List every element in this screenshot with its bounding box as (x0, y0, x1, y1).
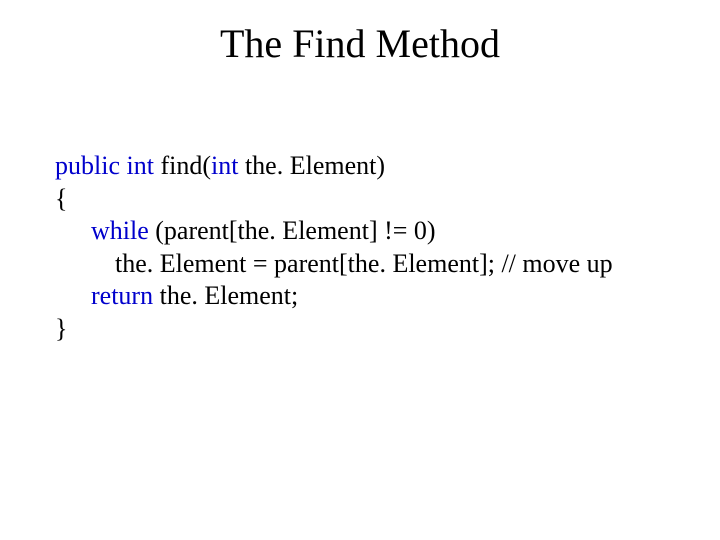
code-line-5: return the. Element; (55, 280, 675, 313)
slide: The Find Method public int find(int the.… (0, 0, 720, 540)
keyword-return: return (91, 281, 153, 310)
code-line-1: public int find(int the. Element) (55, 150, 675, 183)
code-block: public int find(int the. Element) { whil… (55, 150, 675, 345)
fn-name: find( (160, 151, 211, 180)
return-expr: the. Element; (153, 281, 298, 310)
keyword-public: public (55, 151, 120, 180)
fn-sig-rest: the. Element) (238, 151, 385, 180)
keyword-while: while (91, 216, 149, 245)
keyword-int: int (127, 151, 154, 180)
code-line-6: } (55, 313, 675, 346)
while-expr: (parent[the. Element] != 0) (149, 216, 436, 245)
keyword-int-param: int (211, 151, 238, 180)
code-line-3: while (parent[the. Element] != 0) (55, 215, 675, 248)
code-line-2: { (55, 183, 675, 216)
code-line-4: the. Element = parent[the. Element]; // … (55, 248, 675, 281)
slide-title: The Find Method (0, 20, 720, 67)
